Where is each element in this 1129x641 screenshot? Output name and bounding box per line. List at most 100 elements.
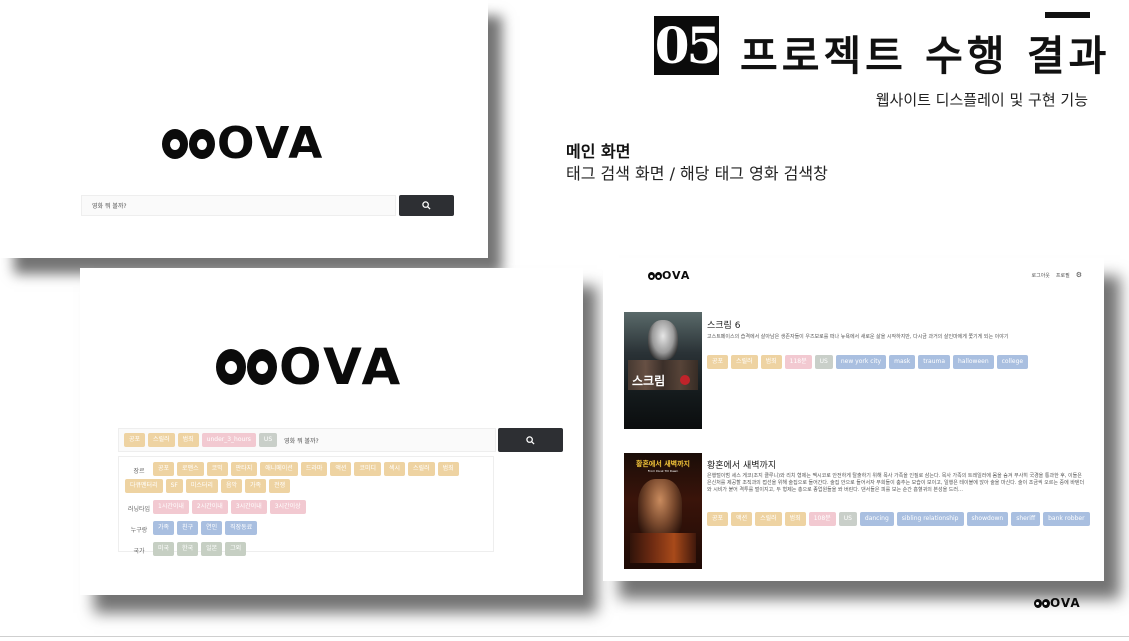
tag-chip[interactable]: 공포: [153, 462, 175, 476]
tag-chip[interactable]: halloween: [953, 355, 994, 369]
brand-logo[interactable]: OVA: [648, 269, 690, 282]
tag-chip[interactable]: 3시간이내: [230, 500, 267, 514]
tag-chip[interactable]: 범죄: [437, 462, 459, 476]
tag-chip[interactable]: 애니메이션: [260, 462, 298, 476]
tag-chip[interactable]: 그외: [225, 542, 247, 556]
profile-link[interactable]: 프로필: [1056, 272, 1070, 279]
logo-eyes-icon: [216, 349, 277, 385]
tag-chip[interactable]: 가족: [245, 479, 267, 493]
who-filter-row: 누구랑 가족 친구 연인 직장동료: [125, 521, 487, 538]
tag-chip[interactable]: US: [838, 512, 857, 526]
tag-chip[interactable]: 1시간이내: [153, 500, 189, 514]
tag-chip[interactable]: college: [996, 355, 1029, 369]
title-accent-bar: [1045, 12, 1090, 18]
movie-title[interactable]: 황혼에서 새벽까지: [707, 458, 776, 471]
tag-chip[interactable]: sheriff: [1011, 512, 1041, 526]
poster-title: 스크림: [632, 374, 666, 388]
tag-search-input[interactable]: 공포 스릴러 범죄 under_3_hours US 영화 뭐 볼까?: [118, 428, 496, 452]
search-input[interactable]: 영화 뭐 볼까?: [81, 195, 396, 216]
section-subtitle: 웹사이트 디스플레이 및 구현 기능: [875, 91, 1088, 109]
country-filter-row: 국가 미국 한국 일본 그외: [125, 542, 487, 559]
gear-icon[interactable]: ⚙: [1076, 271, 1082, 279]
tag-chip[interactable]: 범죄: [177, 433, 199, 447]
tag-chip[interactable]: dancing: [859, 512, 894, 526]
tag-chip[interactable]: 스릴러: [148, 433, 175, 447]
tag-search-panel: OVA 공포 스릴러 범죄 under_3_hours US 영화 뭐 볼까? 장르 공…: [80, 268, 583, 595]
footer-logo: OVA: [1034, 596, 1081, 610]
tag-chip[interactable]: 3시간이상: [269, 500, 306, 514]
tag-chip[interactable]: 액션: [731, 512, 753, 526]
tag-chip[interactable]: 일본: [201, 542, 223, 556]
logo-text: OVA: [662, 269, 691, 282]
tag-chip[interactable]: sibling relationship: [896, 512, 964, 526]
poster-title: 황혼에서 새벽까지: [636, 460, 690, 468]
description-text: 태그 검색 화면 / 해당 태그 영화 검색창: [566, 164, 828, 183]
tag-chip[interactable]: 전쟁: [269, 479, 291, 493]
poster-subtitle: From Dusk Till Dawn: [647, 469, 679, 473]
tag-chip[interactable]: 118분: [784, 355, 812, 369]
tag-chip[interactable]: 공포: [707, 512, 729, 526]
search-icon: [526, 435, 535, 445]
tag-chip[interactable]: under_3_hours: [201, 433, 256, 447]
tag-chip[interactable]: US: [814, 355, 833, 369]
tag-chip[interactable]: 스릴러: [408, 462, 435, 476]
tag-chip[interactable]: 친구: [177, 521, 199, 535]
movie-tags: 공포 액션 스릴러 범죄 108분 US dancing sibling relationsh…: [707, 505, 1097, 526]
tag-chip[interactable]: 한국: [177, 542, 199, 556]
tag-chip[interactable]: 코믹: [206, 462, 228, 476]
movie-description: 은행털이범 세스 게코(조지 클루니)와 리치 형제는 멕시코로 안전하게 탈출…: [707, 473, 1085, 493]
movie-description: 고스트페이스의 습격에서 살아남은 생존자들이 우즈보로를 떠나 뉴욕에서 새로…: [707, 334, 1009, 340]
tag-chip[interactable]: 범죄: [784, 512, 806, 526]
tag-chip[interactable]: 범죄: [760, 355, 782, 369]
movie-tags: 공포 스릴러 범죄 118분 US new york city mask trauma hall…: [707, 348, 1097, 369]
tag-chip[interactable]: US: [258, 433, 278, 447]
genre-filter-row: 장르 공포 로맨스 코믹 판타지 애니메이션 드라마 액션 코미디 섹시 스릴러 범죄다큐멘터리 SF…: [125, 462, 487, 496]
tag-chip[interactable]: 가족: [153, 521, 175, 535]
tag-chip[interactable]: 드라마: [300, 462, 328, 476]
tag-chip[interactable]: 직장동료: [225, 521, 258, 535]
tag-chip[interactable]: 섹시: [384, 462, 406, 476]
tag-chip[interactable]: 스릴러: [755, 512, 782, 526]
tag-chip[interactable]: 스릴러: [731, 355, 758, 369]
logo-text: OVA: [279, 338, 404, 396]
tag-chip[interactable]: 108분: [808, 512, 836, 526]
tag-chip[interactable]: showdown: [966, 512, 1009, 526]
logo-eyes-icon: [648, 271, 662, 280]
brand-logo: OVA: [162, 118, 324, 169]
tag-chip[interactable]: 공포: [124, 433, 146, 447]
tag-chip[interactable]: 2시간이내: [191, 500, 228, 514]
tag-chip[interactable]: 미국: [153, 542, 175, 556]
country-label: 국가: [133, 548, 145, 555]
description-title: 메인 화면: [566, 142, 631, 161]
tag-chip[interactable]: mask: [889, 355, 916, 369]
runtime-label: 러닝타임: [127, 506, 151, 513]
tag-chip[interactable]: 연인: [201, 521, 223, 535]
tag-chip[interactable]: 다큐멘터리: [125, 479, 163, 493]
genre-label: 장르: [133, 468, 145, 475]
logo-eyes-icon: [1034, 598, 1050, 608]
movie-poster[interactable]: 황혼에서 새벽까지 From Dusk Till Dawn: [624, 453, 702, 569]
tag-chip[interactable]: 코미디: [354, 462, 381, 476]
tag-chip[interactable]: 미스터리: [185, 479, 218, 493]
search-button[interactable]: [498, 428, 563, 452]
movie-title[interactable]: 스크림 6: [707, 318, 740, 331]
logo-eyes-icon: [162, 128, 215, 159]
search-placeholder: 영화 뭐 볼까?: [284, 437, 319, 445]
tag-chip[interactable]: 액션: [330, 462, 352, 476]
search-button[interactable]: [399, 195, 454, 216]
tag-chip[interactable]: SF: [165, 479, 183, 493]
logo-text: OVA: [1050, 596, 1081, 610]
logout-link[interactable]: 로그아웃: [1032, 272, 1050, 279]
movie-poster[interactable]: 스크림: [624, 312, 702, 429]
tag-chip[interactable]: trauma: [918, 355, 951, 369]
tag-chip[interactable]: new york city: [835, 355, 887, 369]
tag-chip[interactable]: 로맨스: [177, 462, 204, 476]
tag-chip[interactable]: bank robber: [1043, 512, 1090, 526]
section-title: 프로젝트 수행 결과: [740, 32, 1111, 80]
search-icon: [422, 201, 431, 210]
bottom-divider: [0, 636, 1129, 637]
tag-filter-box: 장르 공포 로맨스 코믹 판타지 애니메이션 드라마 액션 코미디 섹시 스릴러 범죄다큐멘터리 SF…: [118, 456, 494, 556]
tag-chip[interactable]: 공포: [707, 355, 729, 369]
tag-chip[interactable]: 음악: [220, 479, 243, 493]
tag-chip[interactable]: 판타지: [230, 462, 258, 476]
